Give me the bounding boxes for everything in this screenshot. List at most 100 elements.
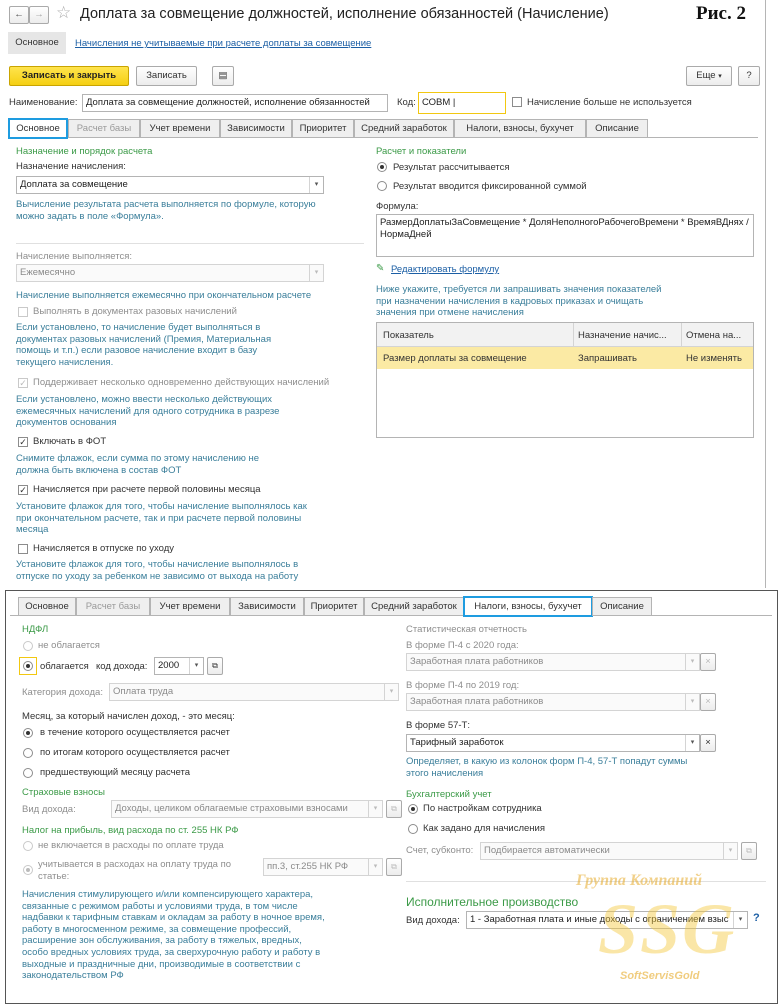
accounting-option-employee[interactable] — [408, 804, 418, 814]
insurance-income-select[interactable]: Доходы, целиком облагаемые страховыми вз… — [111, 800, 383, 818]
code-field[interactable]: СОВМ | — [418, 92, 506, 114]
open-button[interactable]: ⧉ — [741, 842, 757, 860]
nav-main-tab[interactable]: Основное — [8, 32, 66, 54]
f57-label: В форме 57-Т: — [406, 720, 470, 731]
tab-base-calc[interactable]: Расчет базы — [76, 597, 150, 616]
open-icon: ⧉ — [391, 862, 397, 871]
tab-description[interactable]: Описание — [586, 119, 648, 138]
open-button[interactable]: ⧉ — [386, 800, 402, 818]
purpose-header: Назначение и порядок расчета — [16, 146, 153, 157]
tab-taxes[interactable]: Налоги, взносы, бухучет — [463, 596, 593, 617]
income-category-select[interactable]: Оплата труда ▾ — [109, 683, 399, 701]
one-time-checkbox[interactable] — [18, 307, 28, 317]
leave-checkbox[interactable] — [18, 544, 28, 554]
save-button[interactable]: Записать — [136, 66, 197, 86]
calc-header: Расчет и показатели — [376, 146, 467, 157]
more-button[interactable]: Еще ▾ — [686, 66, 732, 86]
tab-avg-earnings[interactable]: Средний заработок — [364, 597, 464, 616]
tab-dependencies[interactable]: Зависимости — [220, 119, 292, 138]
purpose-value: Доплата за совмещение — [20, 179, 128, 190]
unused-checkbox[interactable] — [512, 97, 522, 107]
tab-base-calc[interactable]: Расчет базы — [68, 119, 140, 138]
tab-time[interactable]: Учет времени — [150, 597, 230, 616]
tab-avg-earnings[interactable]: Средний заработок — [354, 119, 454, 138]
cell-indicator: Размер доплаты за совмещение — [383, 353, 527, 364]
forward-button[interactable]: → — [29, 6, 49, 24]
calc-option-fixed[interactable] — [377, 181, 387, 191]
pencil-icon: ✎ — [376, 263, 385, 274]
cell-cancel: Не изменять — [686, 353, 742, 364]
purpose-label: Назначение начисления: — [16, 161, 126, 172]
month-option-result[interactable] — [23, 748, 33, 758]
tab-main[interactable]: Основное — [8, 118, 68, 139]
unused-label: Начисление больше не используется — [527, 97, 692, 108]
profit-option-excluded[interactable] — [23, 841, 33, 851]
ndfl-option-not-taxed[interactable] — [23, 641, 33, 651]
income-code-select[interactable]: 2000 ▾ — [154, 657, 204, 675]
income-category-label: Категория дохода: — [22, 687, 103, 698]
profit-option-excluded-label: не включается в расходы по оплате труда — [38, 840, 224, 851]
col-divider — [573, 323, 574, 347]
col-cancel-header[interactable]: Отмена на... — [686, 330, 741, 342]
clear-button[interactable]: × — [700, 653, 716, 671]
name-field[interactable]: Доплата за совмещение должностей, исполн… — [82, 94, 388, 112]
save-close-button[interactable]: Записать и закрыть — [9, 66, 129, 86]
ndfl-option-not-taxed-label: не облагается — [38, 640, 100, 651]
open-icon: ⧉ — [212, 661, 218, 670]
tab-priority[interactable]: Приоритет — [292, 119, 354, 138]
col-indicator-header[interactable]: Показатель — [383, 330, 434, 342]
formula-field[interactable]: РазмерДоплатыЗаСовмещение * ДоляНеполног… — [376, 214, 754, 257]
tab-main[interactable]: Основное — [18, 597, 76, 616]
p4-2019-select[interactable]: Заработная плата работников ▾ — [406, 693, 700, 711]
purpose-select[interactable]: Доплата за совмещение ▾ — [16, 176, 324, 194]
open-button[interactable]: ⧉ — [386, 858, 402, 876]
list-button[interactable]: ▤ — [212, 66, 234, 86]
profit-option-included[interactable] — [23, 865, 33, 875]
tab-priority[interactable]: Приоритет — [304, 597, 364, 616]
account-select[interactable]: Подбирается автоматически ▾ — [480, 842, 738, 860]
help-button[interactable]: ? — [738, 66, 760, 86]
insurance-income-value: Доходы, целиком облагаемые страховыми вз… — [115, 803, 348, 814]
chevron-down-icon: ▾ — [685, 694, 699, 710]
exec-value: Ежемесячно — [20, 267, 76, 278]
open-button[interactable]: ⧉ — [207, 657, 223, 675]
close-icon: × — [705, 656, 711, 667]
month-option-current[interactable] — [23, 728, 33, 738]
profit-desc: Начисления стимулирующего и/или компенси… — [22, 889, 325, 982]
p4-2020-select[interactable]: Заработная плата работников ▾ — [406, 653, 700, 671]
help-icon[interactable]: ? — [753, 912, 760, 924]
back-button[interactable]: ← — [9, 6, 29, 24]
fot-checkbox[interactable]: ✓ — [18, 437, 28, 447]
exec-prod-select[interactable]: 1 - Заработная плата и иные доходы с огр… — [466, 911, 748, 929]
month-option-previous[interactable] — [23, 768, 33, 778]
accrual-form-window: ← → ☆ Доплата за совмещение должностей, … — [0, 0, 766, 588]
multi-desc: Если установлено, можно ввести несколько… — [16, 394, 280, 428]
clear-button[interactable]: × — [700, 693, 716, 711]
open-icon: ⧉ — [391, 804, 397, 813]
exec-select[interactable]: Ежемесячно ▾ — [16, 264, 324, 282]
calc-option-calculated[interactable] — [377, 162, 387, 172]
star-icon[interactable]: ☆ — [56, 3, 71, 23]
profit-article-select[interactable]: пп.3, ст.255 НК РФ ▾ — [263, 858, 383, 876]
accounting-option-accrual[interactable] — [408, 824, 418, 834]
chevron-down-icon: ▾ — [685, 735, 699, 751]
tab-description[interactable]: Описание — [592, 597, 652, 616]
chevron-down-icon: ▾ — [685, 654, 699, 670]
list-icon: ▤ — [218, 70, 228, 81]
nav-link-excluded[interactable]: Начисления не учитываемые при расчете до… — [75, 38, 371, 49]
chevron-down-icon: ▾ — [384, 684, 398, 700]
income-code-value: 2000 — [158, 660, 180, 671]
edit-formula-link[interactable]: Редактировать формулу — [391, 264, 499, 276]
clear-button[interactable]: × — [700, 734, 716, 752]
ndfl-header: НДФЛ — [22, 624, 49, 635]
chevron-down-icon: ▾ — [309, 177, 323, 193]
half-month-checkbox[interactable]: ✓ — [18, 485, 28, 495]
accounting-header: Бухгалтерский учет — [406, 789, 492, 800]
tab-taxes[interactable]: Налоги, взносы, бухучет — [454, 119, 586, 138]
col-assign-header[interactable]: Назначение начис... — [578, 330, 667, 342]
multi-checkbox[interactable]: ✓ — [18, 378, 28, 388]
f57-select[interactable]: Тарифный заработок ▾ — [406, 734, 700, 752]
tab-dependencies[interactable]: Зависимости — [230, 597, 304, 616]
ndfl-option-taxed[interactable] — [23, 661, 33, 671]
tab-time[interactable]: Учет времени — [140, 119, 220, 138]
